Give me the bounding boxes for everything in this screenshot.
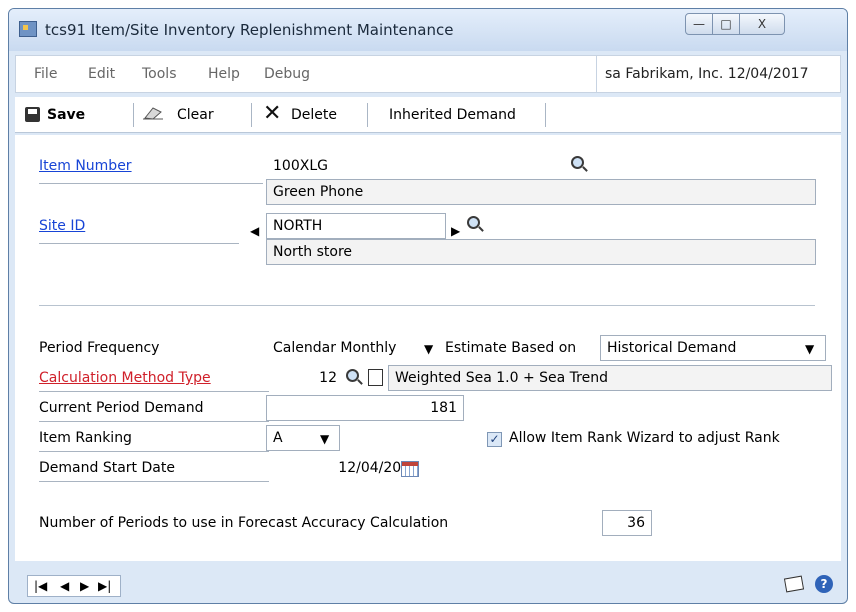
current-period-demand-input[interactable]: 181 xyxy=(266,395,464,421)
save-icon xyxy=(25,107,40,122)
dropdown-arrow-icon[interactable]: ▼ xyxy=(805,343,814,355)
period-frequency-select[interactable]: Calendar Monthly xyxy=(266,335,444,361)
magnifier-icon xyxy=(346,369,359,382)
toolbar-separator xyxy=(133,103,134,127)
item-description: Green Phone xyxy=(266,179,816,205)
current-period-demand-label: Current Period Demand xyxy=(39,400,204,416)
site-description: North store xyxy=(266,239,816,265)
site-id-input[interactable]: NORTH xyxy=(266,213,446,239)
calc-method-description: Weighted Sea 1.0 + Sea Trend xyxy=(388,365,832,391)
allow-rank-wizard-checkbox[interactable]: ✓ xyxy=(487,432,502,447)
inherited-demand-button[interactable]: Inherited Demand xyxy=(389,103,516,127)
calc-method-lookup-button[interactable] xyxy=(343,365,365,389)
magnifier-icon xyxy=(571,156,584,169)
forecast-periods-label: Number of Periods to use in Forecast Acc… xyxy=(39,515,449,531)
toolbar-separator xyxy=(251,103,252,127)
label-underline xyxy=(39,421,269,422)
calendar-icon[interactable] xyxy=(401,461,419,477)
menu-tools[interactable]: Tools xyxy=(142,66,177,82)
dropdown-arrow-icon[interactable]: ▼ xyxy=(320,433,329,445)
label-underline xyxy=(39,391,269,392)
menu-file[interactable]: File xyxy=(34,66,57,82)
site-lookup-button[interactable] xyxy=(464,213,486,237)
menu-help[interactable]: Help xyxy=(208,66,240,82)
site-prev-arrow[interactable]: ◀ xyxy=(250,225,259,237)
title-bar[interactable]: tcs91 Item/Site Inventory Replenishment … xyxy=(9,9,847,51)
note-icon[interactable] xyxy=(368,369,383,386)
label-underline xyxy=(39,451,269,452)
label-underline xyxy=(39,243,239,244)
maximize-button[interactable]: □ xyxy=(712,13,740,35)
item-number-label[interactable]: Item Number xyxy=(39,158,132,174)
dropdown-arrow-icon[interactable]: ▼ xyxy=(424,343,433,355)
item-ranking-label: Item Ranking xyxy=(39,430,132,446)
label-underline xyxy=(39,481,269,482)
demand-start-date-label: Demand Start Date xyxy=(39,460,175,476)
toolbar: Save Clear ✕ Delete Inherited Demand xyxy=(15,97,841,133)
menu-debug[interactable]: Debug xyxy=(264,66,310,82)
estimate-based-on-select[interactable]: Historical Demand xyxy=(600,335,826,361)
app-icon xyxy=(19,21,37,37)
forecast-periods-input[interactable]: 36 xyxy=(602,510,652,536)
item-lookup-button[interactable] xyxy=(568,153,590,177)
estimate-based-on-label: Estimate Based on xyxy=(445,340,577,356)
footer-bar: |◀ ◀ ▶ ▶| ? xyxy=(15,565,841,603)
form-content: Item Number 100XLG Green Phone Site ID ◀… xyxy=(15,135,841,561)
window-title: tcs91 Item/Site Inventory Replenishment … xyxy=(45,21,454,39)
minimize-button[interactable]: — xyxy=(685,13,713,35)
menu-edit[interactable]: Edit xyxy=(88,66,115,82)
clear-button[interactable]: Clear xyxy=(177,103,214,127)
allow-rank-wizard-label: Allow Item Rank Wizard to adjust Rank xyxy=(509,430,780,446)
menu-bar: File Edit Tools Help Debug sa Fabrikam, … xyxy=(15,55,841,93)
delete-icon: ✕ xyxy=(263,101,282,126)
app-window: tcs91 Item/Site Inventory Replenishment … xyxy=(8,8,848,604)
toolbar-separator xyxy=(545,103,546,127)
toolbar-separator xyxy=(367,103,368,127)
delete-button[interactable]: Delete xyxy=(291,103,337,127)
period-frequency-label: Period Frequency xyxy=(39,340,160,356)
last-record-icon[interactable]: ▶| xyxy=(98,578,111,594)
section-divider xyxy=(39,305,815,306)
item-number-input[interactable]: 100XLG xyxy=(266,153,566,179)
site-id-label[interactable]: Site ID xyxy=(39,218,85,234)
previous-record-icon[interactable]: ◀ xyxy=(60,578,69,594)
label-underline xyxy=(39,183,263,184)
magnifier-icon xyxy=(467,216,480,229)
calc-method-input[interactable]: 12 xyxy=(266,365,344,391)
save-button[interactable]: Save xyxy=(47,103,85,127)
help-icon[interactable]: ? xyxy=(815,575,833,593)
calc-method-label[interactable]: Calculation Method Type xyxy=(39,370,211,386)
eraser-icon xyxy=(143,107,163,120)
record-navigator: |◀ ◀ ▶ ▶| xyxy=(27,575,121,597)
company-info: sa Fabrikam, Inc. 12/04/2017 xyxy=(596,56,842,92)
site-next-arrow[interactable]: ▶ xyxy=(451,225,460,237)
first-record-icon[interactable]: |◀ xyxy=(34,578,47,594)
next-record-icon[interactable]: ▶ xyxy=(80,578,89,594)
note-icon[interactable] xyxy=(783,575,805,593)
close-button[interactable]: X xyxy=(739,13,785,35)
